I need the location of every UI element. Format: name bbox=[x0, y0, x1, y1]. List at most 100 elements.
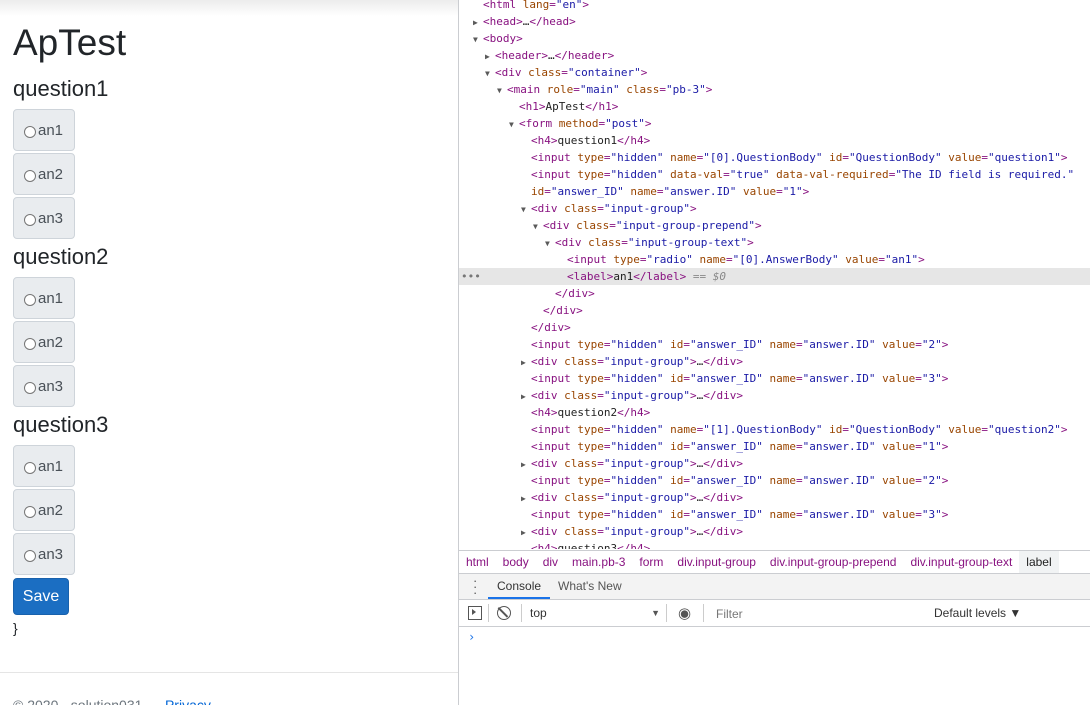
radio-button[interactable] bbox=[24, 550, 36, 562]
log-levels-dropdown[interactable]: Default levels ▼ bbox=[934, 600, 1021, 626]
dom-node-line[interactable]: </div> bbox=[459, 319, 1090, 336]
radio-button[interactable] bbox=[24, 170, 36, 182]
breadcrumb-item[interactable]: div.input-group-prepend bbox=[763, 551, 904, 573]
breadcrumb-item[interactable]: html bbox=[459, 551, 496, 573]
eye-icon[interactable]: ◉ bbox=[678, 604, 691, 622]
dom-node-line[interactable]: <input type="hidden" id="answer_ID" name… bbox=[459, 472, 1090, 489]
dom-node-line[interactable]: <input type="hidden" id="answer_ID" name… bbox=[459, 370, 1090, 387]
expand-arrow-icon[interactable]: ▶ bbox=[521, 524, 531, 541]
dom-node-markup: <h4>question2</h4> bbox=[531, 406, 651, 419]
context-select[interactable]: top ▼ bbox=[530, 600, 660, 626]
dom-node-line[interactable]: ▼ <div class="input-group-text"> bbox=[459, 234, 1090, 251]
filter-input[interactable] bbox=[711, 604, 923, 623]
answer-option[interactable]: an2 bbox=[13, 489, 75, 531]
dom-node-line[interactable]: ▼ <body> bbox=[459, 30, 1090, 47]
dom-node-markup: <div class="input-group"> bbox=[531, 202, 697, 215]
dom-node-line[interactable]: </div> bbox=[459, 302, 1090, 319]
answer-option[interactable]: an2 bbox=[13, 153, 75, 195]
privacy-link[interactable]: Privacy bbox=[165, 697, 211, 705]
answer-label: an3 bbox=[38, 209, 64, 227]
dom-node-line[interactable]: <h1>ApTest</h1> bbox=[459, 98, 1090, 115]
dom-node-markup: <label>an1</label> == $0 bbox=[567, 270, 726, 283]
answer-option[interactable]: an2 bbox=[13, 321, 75, 363]
dom-node-line[interactable]: <input type="hidden" id="answer_ID" name… bbox=[459, 438, 1090, 455]
dom-node-markup: <div class="input-group-text"> bbox=[555, 236, 754, 249]
collapse-arrow-icon[interactable]: ▼ bbox=[509, 116, 519, 133]
dom-node-line[interactable]: <input type="hidden" data-val="true" dat… bbox=[459, 166, 1090, 183]
dom-node-line[interactable]: <input type="hidden" id="answer_ID" name… bbox=[459, 506, 1090, 523]
clear-console-icon[interactable] bbox=[497, 606, 511, 620]
dom-node-line[interactable]: <h4>question2</h4> bbox=[459, 404, 1090, 421]
radio-button[interactable] bbox=[24, 126, 36, 138]
dom-node-line[interactable]: ▼ <form method="post"> bbox=[459, 115, 1090, 132]
question-title: question3 bbox=[13, 412, 109, 437]
tab-whats-new[interactable]: What's New bbox=[558, 574, 622, 599]
collapse-arrow-icon[interactable]: ▼ bbox=[521, 201, 531, 218]
dom-node-markup: <h1>ApTest</h1> bbox=[519, 100, 619, 113]
dom-node-line[interactable]: <input type="radio" name="[0].AnswerBody… bbox=[459, 251, 1090, 268]
expand-arrow-icon[interactable]: ▶ bbox=[521, 456, 531, 473]
node-actions-icon[interactable]: ••• bbox=[461, 268, 481, 285]
expand-arrow-icon[interactable]: ▶ bbox=[473, 14, 483, 31]
dom-node-line[interactable]: ▼ <div class="container"> bbox=[459, 64, 1090, 81]
dom-node-line[interactable]: ▶ <div class="input-group">…</div> bbox=[459, 523, 1090, 540]
radio-button[interactable] bbox=[24, 382, 36, 394]
more-options-icon[interactable]: · · · bbox=[473, 574, 477, 599]
breadcrumb-item[interactable]: div bbox=[536, 551, 565, 573]
collapse-arrow-icon[interactable]: ▼ bbox=[485, 65, 495, 82]
collapse-arrow-icon[interactable]: ▼ bbox=[473, 31, 483, 48]
breadcrumb-item[interactable]: main.pb-3 bbox=[565, 551, 632, 573]
console-prompt[interactable]: › bbox=[468, 630, 475, 644]
breadcrumb-item[interactable]: label bbox=[1019, 551, 1059, 573]
answer-label: an1 bbox=[38, 289, 64, 307]
radio-button[interactable] bbox=[24, 214, 36, 226]
answer-option[interactable]: an1 bbox=[13, 445, 75, 487]
answer-option[interactable]: an1 bbox=[13, 277, 75, 319]
dom-node-line[interactable]: <h4>question1</h4> bbox=[459, 132, 1090, 149]
expand-arrow-icon[interactable]: ▶ bbox=[521, 490, 531, 507]
dom-node-line[interactable]: </div> bbox=[459, 285, 1090, 302]
dom-node-line[interactable]: ▶ <div class="input-group">…</div> bbox=[459, 353, 1090, 370]
dom-node-line[interactable]: <h4>question3</h4> bbox=[459, 540, 1090, 549]
answer-option[interactable]: an3 bbox=[13, 365, 75, 407]
breadcrumb-item[interactable]: form bbox=[632, 551, 670, 573]
dom-node-markup: id="answer_ID" name="answer.ID" value="1… bbox=[531, 185, 810, 198]
dom-node-line[interactable]: <input type="hidden" id="answer_ID" name… bbox=[459, 336, 1090, 353]
radio-button[interactable] bbox=[24, 506, 36, 518]
dom-node-line[interactable]: <input type="hidden" name="[1].QuestionB… bbox=[459, 421, 1090, 438]
dom-node-line[interactable]: ▶ <header>…</header> bbox=[459, 47, 1090, 64]
dom-node-line[interactable]: ▼ <div class="input-group-prepend"> bbox=[459, 217, 1090, 234]
answer-option[interactable]: an1 bbox=[13, 109, 75, 151]
expand-arrow-icon[interactable]: ▶ bbox=[485, 48, 495, 65]
dom-node-markup: <input type="hidden" id="answer_ID" name… bbox=[531, 474, 949, 487]
answer-option[interactable]: an3 bbox=[13, 533, 75, 575]
expand-arrow-icon[interactable]: ▶ bbox=[521, 388, 531, 405]
breadcrumb-item[interactable]: body bbox=[496, 551, 536, 573]
dom-node-line[interactable]: <html lang="en"> bbox=[459, 0, 1090, 13]
dom-node-line[interactable]: id="answer_ID" name="answer.ID" value="1… bbox=[459, 183, 1090, 200]
radio-button[interactable] bbox=[24, 294, 36, 306]
dom-node-line[interactable]: ▶ <div class="input-group">…</div> bbox=[459, 455, 1090, 472]
collapse-arrow-icon[interactable]: ▼ bbox=[545, 235, 555, 252]
collapse-arrow-icon[interactable]: ▼ bbox=[497, 82, 507, 99]
dom-node-line[interactable]: ▶ <head>…</head> bbox=[459, 13, 1090, 30]
dom-node-markup: <div class="input-group">…</div> bbox=[531, 389, 743, 402]
dom-node-line[interactable]: ▶ <div class="input-group">…</div> bbox=[459, 489, 1090, 506]
expand-arrow-icon[interactable]: ▶ bbox=[521, 354, 531, 371]
breadcrumb-item[interactable]: div.input-group bbox=[670, 551, 763, 573]
dom-node-line[interactable]: ▶ <div class="input-group">…</div> bbox=[459, 387, 1090, 404]
radio-button[interactable] bbox=[24, 462, 36, 474]
collapse-arrow-icon[interactable]: ▼ bbox=[533, 218, 543, 235]
dom-node-line[interactable]: ••• <label>an1</label> == $0 bbox=[459, 268, 1090, 285]
save-button[interactable]: Save bbox=[13, 578, 69, 615]
tab-console[interactable]: Console bbox=[488, 574, 551, 599]
dom-node-markup: <h4>question1</h4> bbox=[531, 134, 651, 147]
dom-node-line[interactable]: <input type="hidden" name="[0].QuestionB… bbox=[459, 149, 1090, 166]
breadcrumb-item[interactable]: div.input-group-text bbox=[903, 551, 1019, 573]
radio-button[interactable] bbox=[24, 338, 36, 350]
answer-option[interactable]: an3 bbox=[13, 197, 75, 239]
dom-node-markup: </div> bbox=[543, 304, 583, 317]
dom-node-line[interactable]: ▼ <main role="main" class="pb-3"> bbox=[459, 81, 1090, 98]
dom-node-line[interactable]: ▼ <div class="input-group"> bbox=[459, 200, 1090, 217]
show-sidebar-icon[interactable] bbox=[468, 606, 482, 620]
